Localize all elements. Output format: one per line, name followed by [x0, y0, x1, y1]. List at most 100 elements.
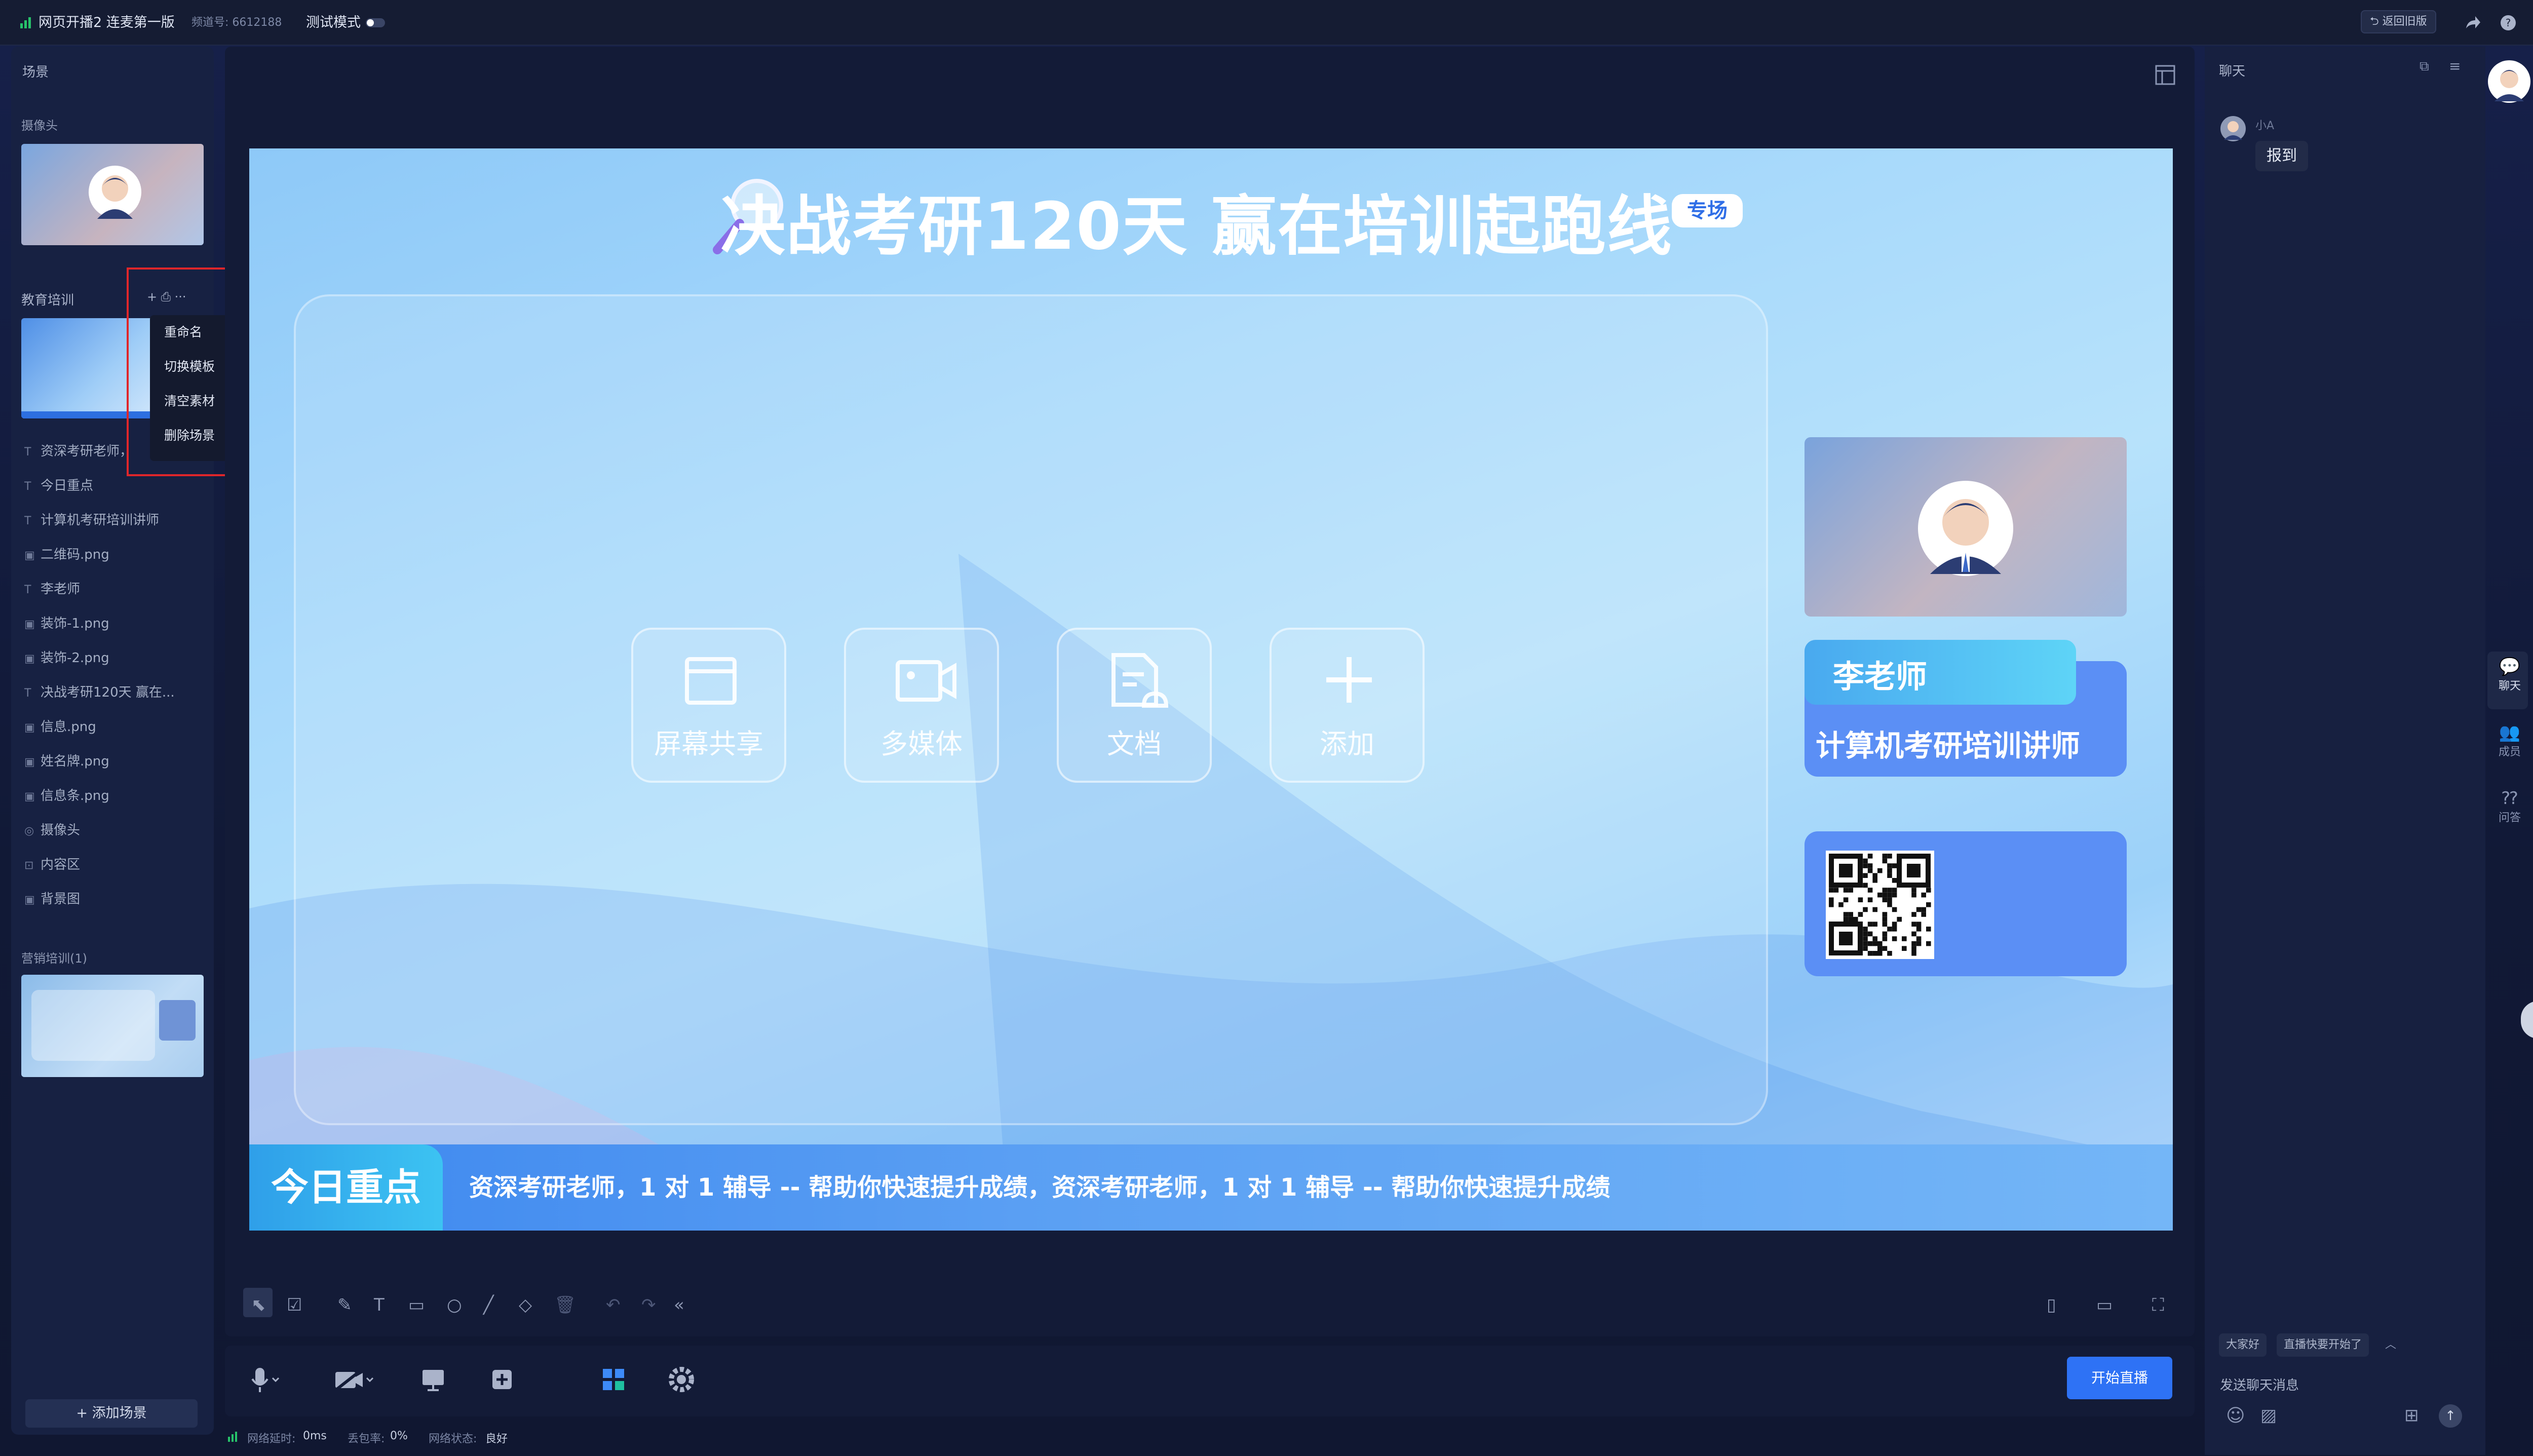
qr-card	[1805, 831, 2127, 976]
quick-reply-0[interactable]: 大家好	[2219, 1333, 2267, 1357]
menu-icon[interactable]: ≡	[2449, 58, 2461, 74]
rectangle-icon[interactable]: ▭	[408, 1295, 425, 1315]
loss-label: 丢包率:	[348, 1433, 385, 1445]
settings-icon[interactable]	[668, 1366, 695, 1393]
rail-chat[interactable]: 💬 聊天	[2496, 657, 2524, 693]
scene-edu-label[interactable]: 教育培训	[21, 290, 74, 309]
layer-item[interactable]: T 今日重点	[24, 475, 93, 494]
landscape-icon[interactable]: ▭	[2096, 1295, 2113, 1315]
multimedia-tile[interactable]: 多媒体	[844, 628, 999, 783]
undo-icon: ⮌	[2370, 15, 2383, 28]
tile-label: 文档	[1107, 728, 1162, 760]
layer-item[interactable]: ▣ 背景图	[24, 889, 80, 907]
layer-item[interactable]: ▣ 信息条.png	[24, 785, 109, 804]
layer-item[interactable]: ▣ 装饰-2.png	[24, 647, 109, 666]
message-user: 小A	[2255, 120, 2275, 132]
layer-item[interactable]: T 决战考研120天 赢在...	[24, 682, 175, 701]
layer-item[interactable]: ⊡ 内容区	[24, 854, 80, 873]
layer-label: 背景图	[41, 892, 81, 907]
menu-item-switch-template[interactable]: 切换模板	[150, 350, 230, 384]
chat-panel: 聊天 ⧉ ≡ 小A 报到	[2205, 47, 2485, 1455]
layer-item[interactable]: T 资深考研老师，	[24, 441, 133, 459]
document-tile[interactable]: 文档	[1057, 628, 1212, 783]
image-icon[interactable]: ▨	[2260, 1405, 2277, 1426]
grid-icon[interactable]: ⊞	[2404, 1405, 2419, 1426]
scene-marketing-label[interactable]: 营销培训(1)	[21, 948, 87, 966]
pen-icon[interactable]: ✎	[337, 1295, 352, 1315]
share-icon[interactable]	[2464, 14, 2481, 31]
teacher-camera[interactable]	[1805, 437, 2127, 617]
text-icon[interactable]: T	[374, 1295, 385, 1315]
screen-share-icon[interactable]	[420, 1367, 446, 1392]
camera-thumbnail[interactable]	[21, 144, 204, 245]
layer-item[interactable]: ▣ 装饰-1.png	[24, 613, 109, 632]
help-icon[interactable]: ?	[2500, 14, 2517, 31]
redo-icon[interactable]: ↷	[641, 1295, 656, 1315]
fullscreen-icon[interactable]: ⛶	[2152, 1295, 2164, 1315]
ticker-text: 资深考研老师，1 对 1 辅导 -- 帮助你快速提升成绩，资深考研老师，1 对 …	[469, 1173, 1610, 1202]
members-icon: 👥	[2499, 722, 2521, 743]
popout-icon[interactable]: ⧉	[2420, 59, 2429, 74]
quick-reply-1[interactable]: 直播快要开始了	[2277, 1333, 2369, 1357]
start-live-button[interactable]: 开始直播	[2067, 1357, 2172, 1399]
collapse-icon[interactable]: «	[674, 1295, 684, 1315]
add-tile[interactable]: 添加	[1270, 628, 1425, 783]
layout-icon[interactable]	[2155, 65, 2175, 85]
avatar	[89, 166, 141, 219]
live-canvas[interactable]: 决战考研120天 赢在培训起跑线 专场 屏幕共享 多媒体 文档 添加 李老师 计…	[249, 148, 2173, 1231]
circle-icon[interactable]: ○	[447, 1295, 462, 1315]
layer-item[interactable]: ▣ 二维码.png	[24, 544, 109, 563]
emoji-icon[interactable]: ☺	[2226, 1405, 2245, 1426]
line-icon[interactable]: ╱	[483, 1295, 493, 1315]
menu-item-clear-assets[interactable]: 清空素材	[150, 384, 230, 418]
layer-item[interactable]: ▣ 姓名牌.png	[24, 751, 109, 770]
delete-icon[interactable]: 🗑	[554, 1295, 576, 1315]
rail-members[interactable]: 👥 成员	[2496, 722, 2524, 759]
portrait-icon[interactable]: ▯	[2047, 1295, 2056, 1315]
tile-label: 添加	[1320, 728, 1374, 760]
chevron-up-icon[interactable]: ︿	[2385, 1335, 2396, 1352]
stage-badge: 专场	[1672, 194, 1743, 227]
layer-item[interactable]: T 计算机考研培训讲师	[24, 510, 159, 528]
layer-label: 内容区	[41, 857, 81, 872]
menu-item-delete-scene[interactable]: 删除场景	[150, 418, 230, 453]
test-mode-toggle[interactable]	[366, 18, 385, 27]
scene-context-menu: 重命名 切换模板 清空素材 删除场景	[150, 315, 230, 461]
undo-icon[interactable]: ↶	[606, 1295, 621, 1315]
teacher-nameplate: 李老师 计算机考研培训讲师	[1805, 640, 2127, 777]
add-media-icon[interactable]	[489, 1367, 515, 1392]
rail-qa[interactable]: ⁇ 问答	[2496, 788, 2524, 825]
signal-icon	[20, 17, 31, 28]
back-old-version-button[interactable]: ⮌ 返回旧版	[2361, 10, 2436, 33]
stage-title: 决战考研120天 赢在培训起跑线	[720, 189, 1673, 264]
chat-input[interactable]: 发送聊天消息	[2220, 1375, 2299, 1394]
add-scene-button[interactable]: + 添加场景	[25, 1399, 198, 1428]
scene-panel: 场景 摄像头	[11, 47, 214, 1435]
layer-item[interactable]: T 李老师	[24, 579, 80, 597]
eraser-icon[interactable]: ◇	[519, 1295, 532, 1315]
layer-label: 二维码.png	[41, 547, 109, 562]
select-icon[interactable]: ⬉	[251, 1295, 266, 1315]
layer-type-icon: T	[24, 584, 31, 596]
menu-item-rename[interactable]: 重命名	[150, 315, 230, 350]
control-bar	[225, 1346, 2195, 1416]
apps-icon[interactable]	[601, 1367, 626, 1392]
layer-label: 李老师	[41, 582, 81, 597]
screen-share-tile[interactable]: 屏幕共享	[631, 628, 786, 783]
camera-off-icon[interactable]	[333, 1368, 379, 1393]
scene-marketing-thumbnail[interactable]	[21, 975, 204, 1077]
layer-type-icon: ▣	[24, 790, 35, 803]
layer-item[interactable]: ◎ 摄像头	[24, 820, 80, 838]
side-handle[interactable]	[2521, 1001, 2533, 1039]
ticker-bar: 今日重点 资深考研老师，1 对 1 辅导 -- 帮助你快速提升成绩，资深考研老师…	[249, 1144, 2173, 1231]
microphone-icon[interactable]	[250, 1366, 281, 1394]
layer-label: 信息条.png	[41, 788, 109, 803]
content-area[interactable]: 屏幕共享 多媒体 文档 添加	[294, 294, 1768, 1125]
layer-label: 信息.png	[41, 719, 96, 735]
teacher-role: 计算机考研培训讲师	[1816, 729, 2081, 763]
avatar[interactable]	[2487, 60, 2531, 103]
layer-item[interactable]: ▣ 信息.png	[24, 716, 96, 735]
signal-icon	[228, 1432, 237, 1442]
edit-icon[interactable]: ☑	[287, 1295, 302, 1315]
send-button[interactable]: ↑	[2439, 1404, 2462, 1428]
